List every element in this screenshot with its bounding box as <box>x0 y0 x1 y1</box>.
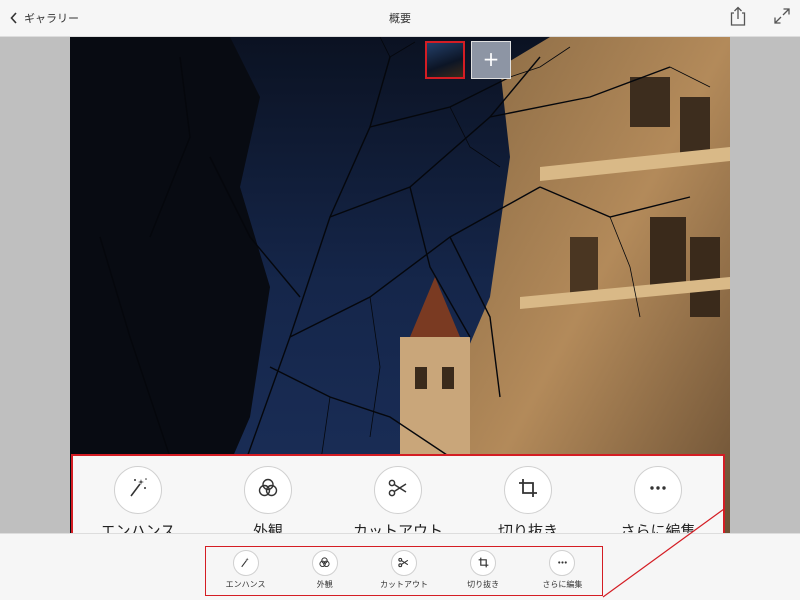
tool-more-edits[interactable]: さらに編集 <box>593 466 723 541</box>
tool-enhance[interactable]: エンハンス <box>73 466 203 541</box>
tool-looks[interactable]: 外観 <box>203 466 333 541</box>
more-icon <box>646 476 670 504</box>
tool-crop[interactable]: 切り抜き <box>463 466 593 541</box>
tool-circle <box>634 466 682 514</box>
filters-icon <box>256 476 280 504</box>
tool-more-edits[interactable]: さらに編集 <box>526 550 598 590</box>
add-layer-button[interactable]: + <box>471 41 511 79</box>
tool-more-edits-label: さらに編集 <box>542 580 583 589</box>
scissors-icon <box>386 476 410 504</box>
scissors-icon <box>397 554 410 573</box>
editing-canvas: + エンハンス 外観 カットアウト 切り抜き さらに編集 <box>0 37 800 546</box>
tool-circle <box>311 550 338 576</box>
more-icon <box>556 554 569 573</box>
share-icon <box>729 6 747 30</box>
tool-cutout-label: カットアウト <box>379 580 428 589</box>
tool-circle <box>244 466 292 514</box>
tool-circle <box>374 466 422 514</box>
chevron-left-icon <box>10 12 18 24</box>
tool-circle <box>549 550 576 576</box>
layer-thumbnail-selected[interactable] <box>425 41 465 79</box>
fullscreen-button[interactable] <box>770 6 794 30</box>
share-button[interactable] <box>726 6 750 30</box>
tool-circle <box>504 466 552 514</box>
tool-crop[interactable]: 切り抜き <box>447 550 519 590</box>
magic-wand-icon <box>126 476 150 504</box>
tool-cutout[interactable]: カットアウト <box>368 550 440 590</box>
magic-wand-icon <box>239 554 252 573</box>
tool-circle <box>232 550 259 576</box>
photo-editor-app: ギャラリー 概要 + エンハンス 外観 カットアウト 切り抜き さらに編集 エン… <box>0 0 800 600</box>
tool-circle <box>470 550 497 576</box>
back-to-gallery-button[interactable]: ギャラリー <box>10 0 79 36</box>
filters-icon <box>318 554 331 573</box>
back-label: ギャラリー <box>24 12 79 25</box>
tool-looks[interactable]: 外観 <box>289 550 361 590</box>
page-title: 概要 <box>389 12 411 25</box>
tool-looks-label: 外観 <box>316 580 333 589</box>
tool-enhance[interactable]: エンハンス <box>210 550 282 590</box>
tool-crop-label: 切り抜き <box>467 580 500 589</box>
tool-circle <box>390 550 417 576</box>
crop-icon <box>477 554 490 573</box>
crop-icon <box>516 476 540 504</box>
layer-thumbnail-strip: + <box>425 41 511 79</box>
toolbar-highlight: エンハンス 外観 カットアウト 切り抜き さらに編集 <box>205 546 603 596</box>
top-bar: ギャラリー 概要 <box>0 0 800 37</box>
tool-enhance-label: エンハンス <box>225 580 266 589</box>
tool-cutout[interactable]: カットアウト <box>333 466 463 541</box>
bottom-toolbar: エンハンス 外観 カットアウト 切り抜き さらに編集 <box>0 533 800 600</box>
expand-icon <box>773 7 791 29</box>
tool-circle <box>114 466 162 514</box>
